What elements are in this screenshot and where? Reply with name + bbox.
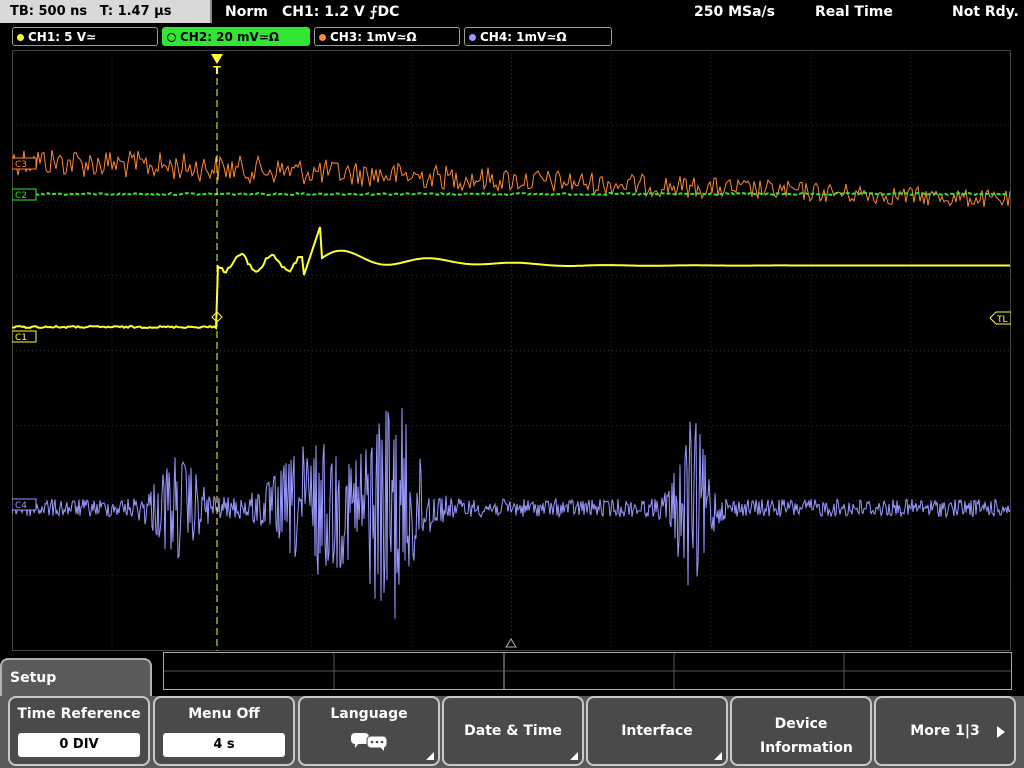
date-time-button[interactable]: Date & Time (442, 696, 584, 766)
device-information-button[interactable]: Device Information (730, 696, 872, 766)
status-bar: TB: 500 ns T: 1.47 µs Norm CH1: 1.2 V ⨍D… (0, 0, 1024, 24)
trigger-info[interactable]: CH1: 1.2 V ⨍DC (282, 0, 399, 24)
speech-bubbles-icon (351, 733, 388, 751)
ch4-dot-icon (469, 34, 476, 41)
interface-label: Interface (621, 723, 693, 739)
graticule-grid (12, 50, 1011, 651)
channel-tab-ch2[interactable]: CH2: 20 mV≃Ω (162, 27, 310, 46)
menu-off-button[interactable]: Menu Off 4 s (153, 696, 295, 766)
ch1-label: CH1: 5 V≃ (28, 30, 97, 44)
timebase-label: TB: 500 ns (10, 4, 88, 19)
ch2-marker-label: C2 (15, 191, 27, 201)
time-reference-button[interactable]: Time Reference 0 DIV (8, 696, 150, 766)
channel-tab-ch4[interactable]: CH4: 1mV≃Ω (464, 27, 612, 46)
ch2-offset-marker[interactable]: C2 (12, 188, 37, 201)
acquisition-mode: Real Time (815, 4, 893, 20)
channel-tab-ch1[interactable]: CH1: 5 V≃ (12, 27, 158, 46)
time-reference-value: 0 DIV (18, 733, 140, 757)
menu-off-value: 4 s (163, 733, 285, 757)
trigger-marker-label: T (213, 64, 221, 77)
device-information-label: Device Information (760, 716, 853, 756)
ch2-waveform (12, 191, 1009, 197)
trigger-status: Not Rdy. (952, 4, 1019, 20)
more-button[interactable]: More 1|3 (874, 696, 1016, 766)
trigger-mode[interactable]: Norm (225, 0, 268, 24)
ch3-marker-label: C3 (15, 160, 27, 170)
channel-tab-ch3[interactable]: CH3: 1mV≃Ω (314, 27, 460, 46)
menu-off-label: Menu Off (188, 706, 260, 722)
softkey-bar: Time Reference 0 DIV Menu Off 4 s Langua… (0, 696, 1024, 768)
ch3-label: CH3: 1mV≃Ω (330, 30, 417, 44)
channel-bar: CH1: 5 V≃ CH2: 20 mV≃Ω CH3: 1mV≃Ω CH4: 1… (0, 26, 1024, 48)
setup-menu: Setup Time Reference 0 DIV Menu Off 4 s … (0, 652, 1024, 768)
menu-title: Setup (0, 658, 152, 698)
sample-rate: 250 MSa/s (694, 4, 776, 20)
more-label: More 1|3 (910, 723, 980, 739)
trigger-level-marker[interactable]: TL (989, 311, 1011, 325)
date-time-label: Date & Time (464, 723, 562, 739)
ch2-dot-icon (167, 33, 176, 42)
submenu-corner-icon (714, 752, 722, 760)
ch4-marker-label: C4 (15, 501, 27, 511)
ch4-label: CH4: 1mV≃Ω (480, 30, 567, 44)
ch4-waveform (12, 408, 1011, 619)
ch1-marker-label: C1 (15, 333, 27, 343)
ch2-label: CH2: 20 mV≃Ω (180, 30, 280, 44)
ch3-dot-icon (319, 34, 326, 41)
zoom-overview-strip[interactable] (163, 652, 1012, 690)
timebase-box[interactable]: TB: 500 ns T: 1.47 µs (0, 0, 212, 23)
language-button[interactable]: Language (298, 696, 440, 766)
waveform-display[interactable]: T C3 C2 C1 C4 TL (12, 50, 1011, 651)
ch4-offset-marker[interactable]: C4 (12, 498, 37, 511)
submenu-corner-icon (570, 752, 578, 760)
chevron-right-icon (997, 726, 1005, 738)
overview-ticks (164, 653, 1011, 689)
time-reference-label: Time Reference (17, 706, 141, 722)
submenu-corner-icon (426, 752, 434, 760)
trigger-level-label: TL (996, 315, 1008, 325)
language-label: Language (330, 706, 408, 722)
trigger-time-label: T: 1.47 µs (99, 4, 172, 19)
ch3-offset-marker[interactable]: C3 (12, 157, 37, 170)
trigger-position-marker[interactable]: T (211, 54, 223, 77)
interface-button[interactable]: Interface (586, 696, 728, 766)
ch1-dot-icon (17, 34, 24, 41)
ch1-offset-marker[interactable]: C1 (12, 330, 37, 343)
